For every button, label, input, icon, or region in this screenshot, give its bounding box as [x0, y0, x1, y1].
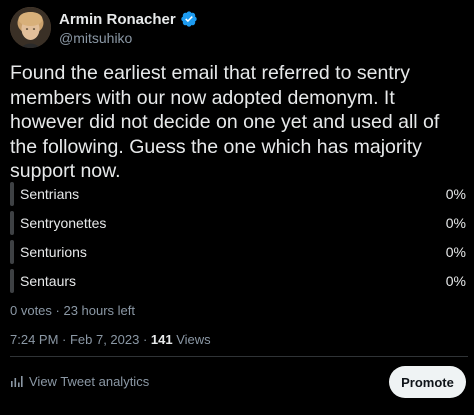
analytics-icon [10, 375, 23, 388]
poll-bar [10, 269, 14, 293]
divider [10, 356, 468, 357]
poll-option-percent: 0% [445, 215, 466, 231]
author-handle[interactable]: @mitsuhiko [59, 30, 132, 46]
view-analytics-label: View Tweet analytics [29, 374, 150, 389]
avatar-image [10, 7, 51, 48]
poll-option-label: Sentrians [20, 186, 80, 202]
timestamp-row: 7:24 PM · Feb 7, 2023 · 141 Views [10, 332, 211, 347]
poll: Sentrians 0% Sentryonettes 0% Senturions… [10, 180, 468, 296]
view-analytics-link[interactable]: View Tweet analytics [10, 374, 149, 389]
views-count: 141 [150, 332, 173, 347]
poll-option: Senturions 0% [10, 238, 468, 266]
poll-bar [10, 211, 14, 235]
author-display-name[interactable]: Armin Ronacher [59, 11, 176, 28]
avatar[interactable] [10, 7, 51, 48]
poll-option-label: Sentaurs [20, 273, 77, 289]
author-name-row: Armin Ronacher [59, 10, 198, 28]
poll-option-percent: 0% [445, 273, 466, 289]
poll-bar [10, 240, 14, 264]
tweet-text: Found the earliest email that referred t… [10, 62, 440, 182]
views-label: Views [172, 332, 211, 347]
poll-option-percent: 0% [445, 244, 466, 260]
verified-badge-icon [180, 10, 198, 28]
timestamp[interactable]: 7:24 PM · Feb 7, 2023 · [10, 332, 151, 347]
poll-meta: 0 votes · 23 hours left [10, 303, 136, 318]
poll-bar [10, 182, 14, 206]
promote-button[interactable]: Promote [389, 366, 466, 398]
poll-option-label: Sentryonettes [20, 215, 107, 231]
tweet: Armin Ronacher @mitsuhiko Found the earl… [0, 0, 474, 415]
poll-option-label: Senturions [20, 244, 87, 260]
poll-option-percent: 0% [445, 186, 466, 202]
poll-option: Sentaurs 0% [10, 267, 468, 295]
poll-option: Sentrians 0% [10, 180, 468, 208]
poll-option: Sentryonettes 0% [10, 209, 468, 237]
